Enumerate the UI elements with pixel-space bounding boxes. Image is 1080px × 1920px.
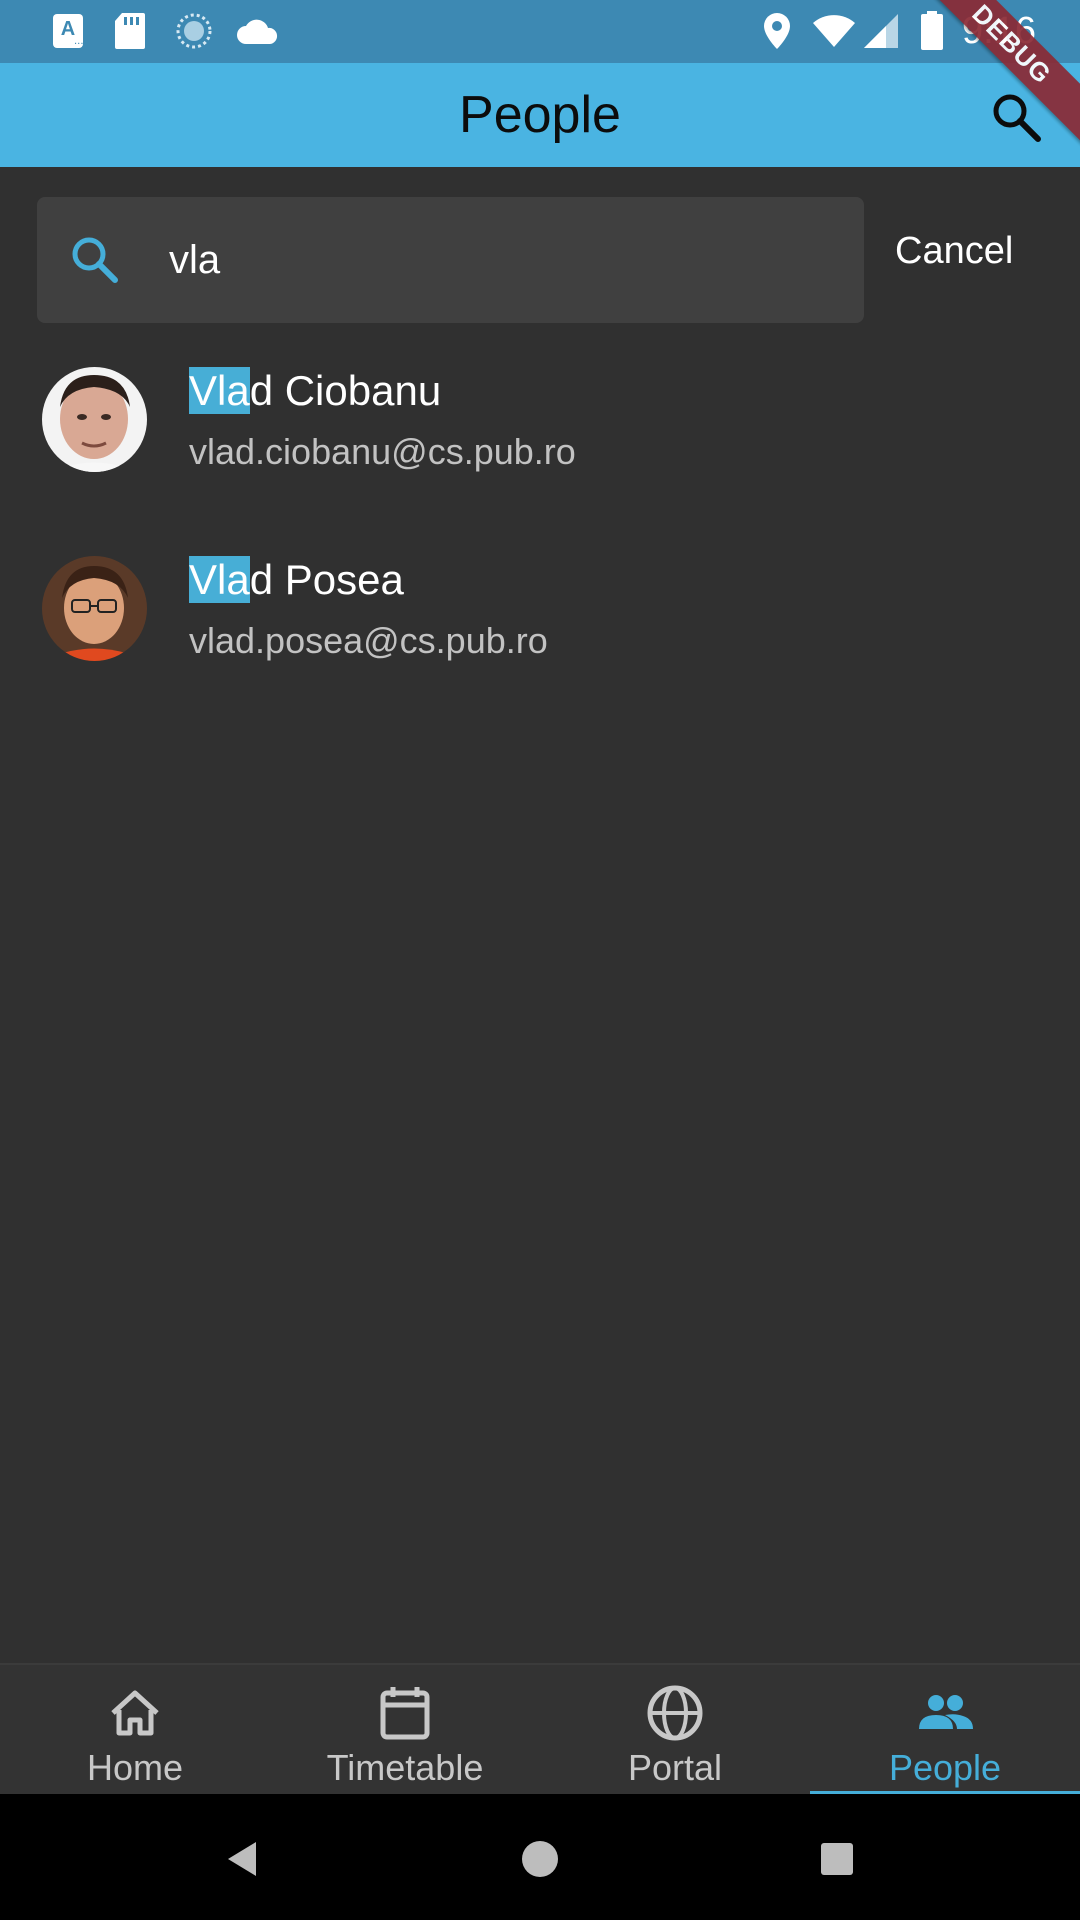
- page-title: People: [459, 86, 621, 144]
- nav-item-home[interactable]: Home: [0, 1665, 270, 1796]
- list-item[interactable]: Vlad Posea vlad.posea@cs.pub.ro: [0, 556, 1080, 716]
- person-name: Vlad Ciobanu: [189, 367, 441, 415]
- nav-item-people[interactable]: People: [810, 1665, 1080, 1796]
- home-icon: [105, 1683, 165, 1743]
- bottom-navigation: Home Timetable Portal People: [0, 1663, 1080, 1796]
- nav-label: Timetable: [326, 1747, 484, 1788]
- font-a-icon: A...: [52, 12, 84, 50]
- svg-text:...: ...: [74, 36, 84, 47]
- cloud-icon: [236, 12, 280, 50]
- person-email: vlad.posea@cs.pub.ro: [189, 620, 548, 661]
- system-navigation-bar: [0, 1794, 1080, 1920]
- name-match-highlight: Vla: [189, 556, 250, 603]
- name-rest: d Posea: [249, 556, 404, 603]
- signal-icon: [862, 12, 900, 50]
- battery-icon: [920, 11, 944, 50]
- search-input[interactable]: [167, 227, 831, 293]
- search-field[interactable]: [37, 197, 864, 323]
- nav-item-timetable[interactable]: Timetable: [270, 1665, 540, 1796]
- person-email: vlad.ciobanu@cs.pub.ro: [189, 431, 576, 472]
- cancel-button[interactable]: Cancel: [895, 230, 1013, 273]
- nav-label: People: [888, 1747, 1002, 1788]
- sd-card-icon: [114, 12, 146, 50]
- status-bar: A... 9:16: [0, 0, 1080, 63]
- nav-item-portal[interactable]: Portal: [540, 1665, 810, 1796]
- person-name: Vlad Posea: [189, 556, 404, 604]
- sync-circle-icon: [175, 12, 213, 50]
- home-button-icon[interactable]: [515, 1834, 565, 1884]
- name-rest: d Ciobanu: [249, 367, 442, 414]
- app-bar: People: [0, 63, 1080, 167]
- search-icon[interactable]: [988, 89, 1044, 145]
- wifi-icon: [812, 12, 856, 50]
- list-item[interactable]: Vlad Ciobanu vlad.ciobanu@cs.pub.ro: [0, 367, 1080, 527]
- calendar-icon: [375, 1683, 435, 1743]
- recents-icon[interactable]: [812, 1834, 862, 1884]
- nav-label: Home: [86, 1747, 184, 1788]
- name-match-highlight: Vla: [189, 367, 250, 414]
- people-icon: [915, 1683, 975, 1743]
- globe-icon: [645, 1683, 705, 1743]
- avatar: [42, 556, 147, 661]
- nav-label: Portal: [627, 1747, 723, 1788]
- back-icon[interactable]: [218, 1834, 268, 1884]
- search-field-icon: [65, 230, 125, 290]
- location-pin-icon: [762, 12, 792, 50]
- avatar: [42, 367, 147, 472]
